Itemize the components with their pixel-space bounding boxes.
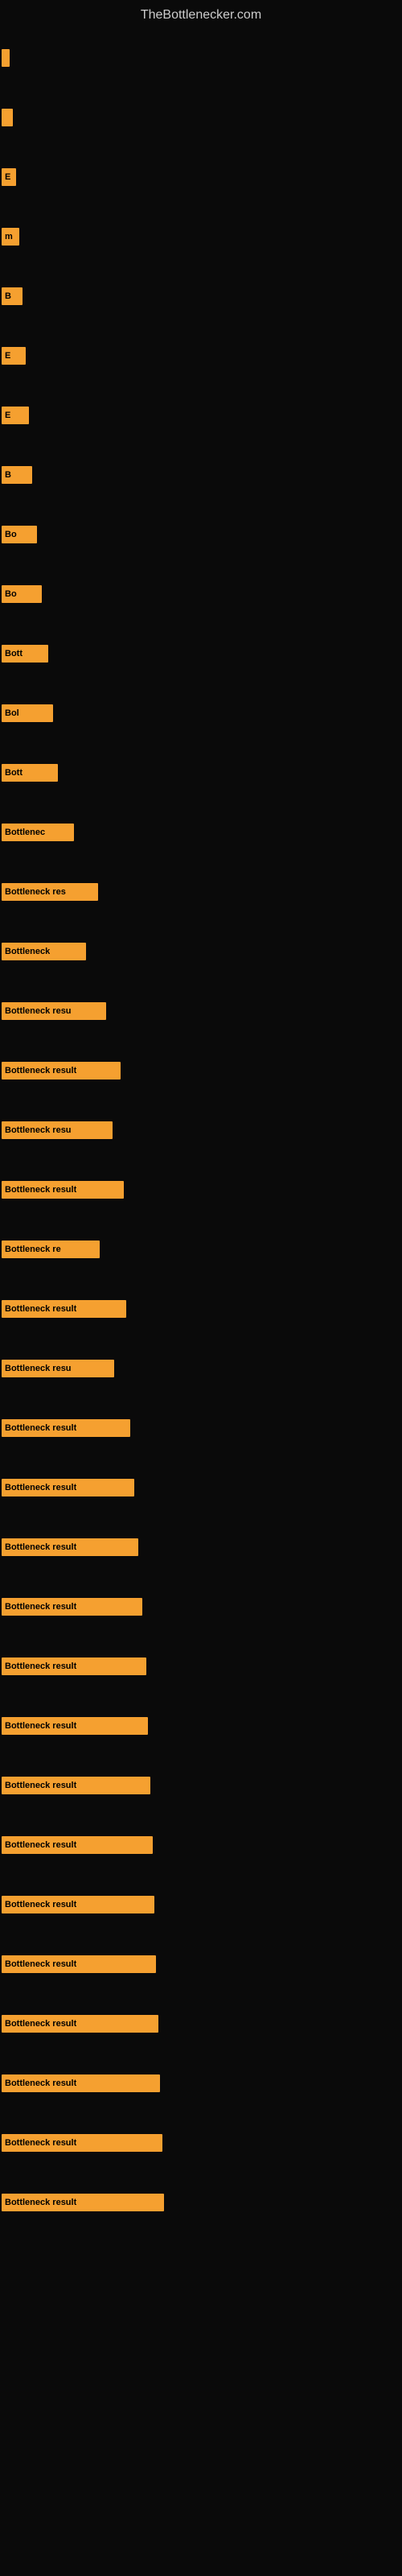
bar-label: Bottlenec — [5, 828, 45, 837]
bar-item: E — [0, 347, 402, 365]
bar-label: m — [5, 232, 13, 242]
bar-label: Bottleneck result — [5, 1483, 76, 1492]
bar-label: Bottleneck result — [5, 1542, 76, 1552]
bar-item: B — [0, 287, 402, 305]
bar-item: Bottleneck result — [0, 1181, 402, 1199]
bar-item: Bottleneck result — [0, 1300, 402, 1318]
bar-label: Bottleneck resu — [5, 1006, 72, 1016]
bar-label: Bottleneck result — [5, 1304, 76, 1314]
bar-item: Bottleneck result — [0, 2015, 402, 2033]
bar-label: E — [5, 411, 10, 420]
bar-item: Bottleneck result — [0, 1657, 402, 1675]
bar-item: Bottleneck result — [0, 1836, 402, 1854]
bar-label: Bottleneck resu — [5, 1364, 72, 1373]
bar-item: Bo — [0, 585, 402, 603]
bar-label: Bottleneck re — [5, 1245, 61, 1254]
bar-label: Bottleneck result — [5, 1423, 76, 1433]
bar-item: Bol — [0, 704, 402, 722]
bar-item: Bott — [0, 764, 402, 782]
bar-item — [0, 49, 402, 67]
bar-item: Bottleneck result — [0, 1955, 402, 1973]
bar-item: Bottleneck — [0, 943, 402, 960]
bar-label: Bo — [5, 530, 17, 539]
bar-item: Bottleneck result — [0, 2074, 402, 2092]
bar-label: Bottleneck result — [5, 2019, 76, 2029]
bar-item: Bottleneck resu — [0, 1002, 402, 1020]
site-title: TheBottlenecker.com — [0, 0, 402, 27]
bar-item: E — [0, 407, 402, 424]
bar-label: Bottleneck result — [5, 1900, 76, 1909]
bar-item: Bottleneck result — [0, 1419, 402, 1437]
bar-label: Bottleneck result — [5, 1185, 76, 1195]
site-title-container: TheBottlenecker.com — [0, 0, 402, 27]
bar-label: Bottleneck result — [5, 1840, 76, 1850]
bar-item: Bottleneck result — [0, 1062, 402, 1080]
bar-label: B — [5, 291, 11, 301]
bar-label: Bottleneck result — [5, 1662, 76, 1671]
bar-item: E — [0, 168, 402, 186]
bar-label: Bottleneck — [5, 947, 50, 956]
bar-label: Bottleneck resu — [5, 1125, 72, 1135]
bar-label: Bottleneck result — [5, 1959, 76, 1969]
bar-label: B — [5, 470, 11, 480]
bar-item: Bottlenec — [0, 824, 402, 841]
bar-item: Bottleneck result — [0, 2194, 402, 2211]
bar-label: Bottleneck result — [5, 1721, 76, 1731]
bar-label: Bottleneck result — [5, 1602, 76, 1612]
bar-label: Bottleneck result — [5, 1781, 76, 1790]
bar-item: Bott — [0, 645, 402, 663]
bar-item: B — [0, 466, 402, 484]
bar-item: Bottleneck result — [0, 1777, 402, 1794]
bar-item: Bottleneck res — [0, 883, 402, 901]
bar-item: Bottleneck re — [0, 1241, 402, 1258]
bar-item: Bo — [0, 526, 402, 543]
bar-item: Bottleneck result — [0, 1598, 402, 1616]
bar-label: Bottleneck res — [5, 887, 66, 897]
bar-item: Bottleneck result — [0, 1717, 402, 1735]
bar-label: Bol — [5, 708, 19, 718]
bars-chart: Em B E E B Bo Bo Bott Bol Bott Bottlenec Bottleneck… — [0, 27, 402, 2211]
bar-label: E — [5, 172, 10, 182]
bar-label: Bo — [5, 589, 17, 599]
bar-label: Bottleneck result — [5, 2198, 76, 2207]
bar-label: Bottleneck result — [5, 2138, 76, 2148]
bar-item: Bottleneck resu — [0, 1121, 402, 1139]
bar-label: Bott — [5, 649, 23, 658]
bar-item: Bottleneck result — [0, 1538, 402, 1556]
bar-item: Bottleneck result — [0, 2134, 402, 2152]
bar-label: Bottleneck result — [5, 1066, 76, 1075]
bar-item: m — [0, 228, 402, 246]
bar-item: Bottleneck result — [0, 1479, 402, 1496]
bar-label: Bottleneck result — [5, 2079, 76, 2088]
bar-item: Bottleneck resu — [0, 1360, 402, 1377]
bar-label: E — [5, 351, 10, 361]
bar-label: Bott — [5, 768, 23, 778]
bar-item — [0, 109, 402, 126]
bar-item: Bottleneck result — [0, 1896, 402, 1913]
